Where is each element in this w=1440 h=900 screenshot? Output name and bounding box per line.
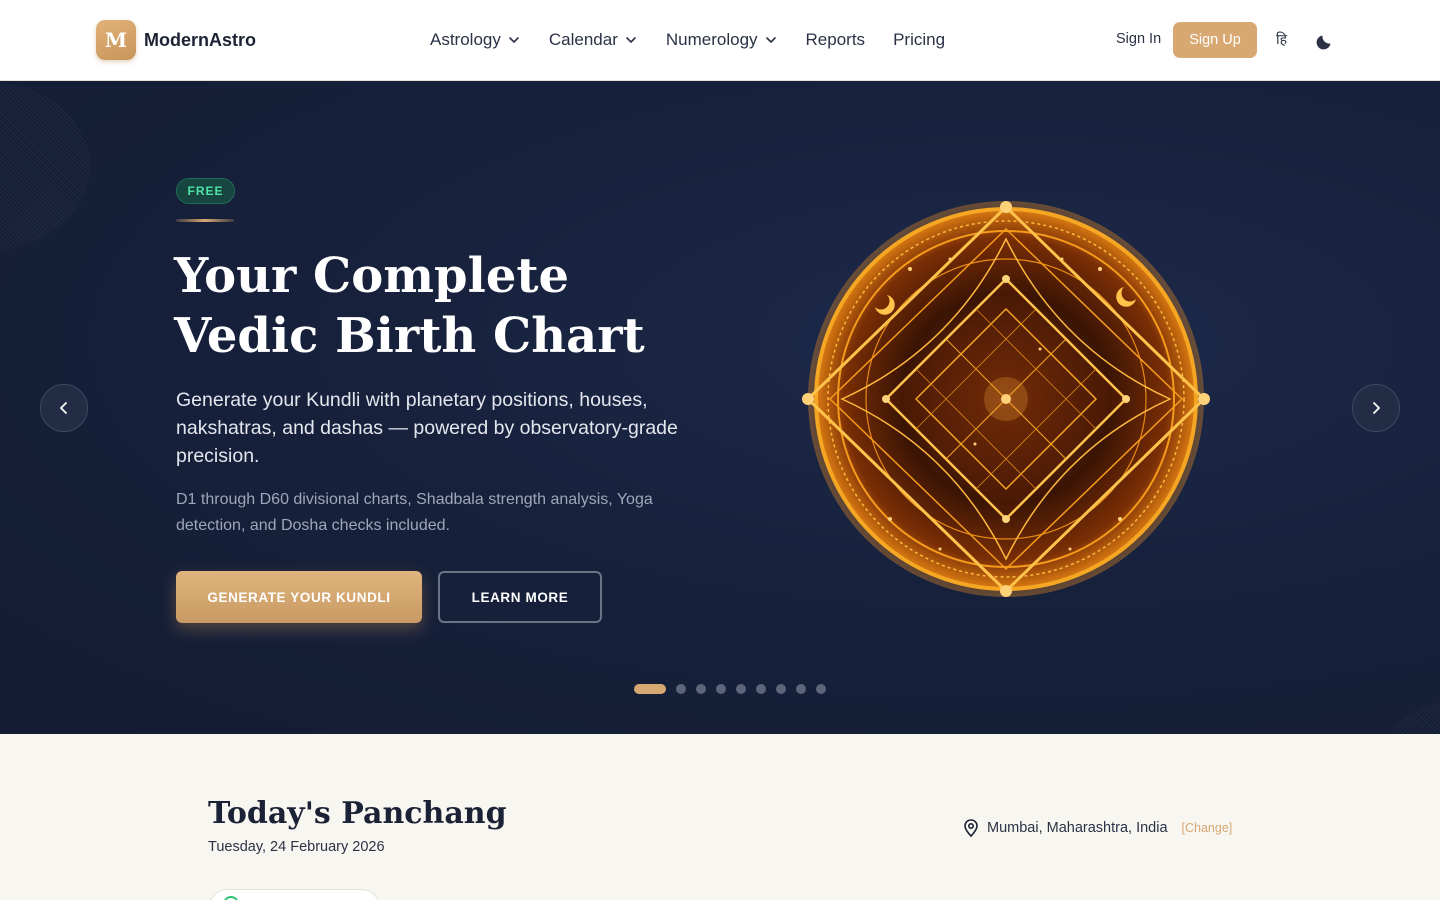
- status-icon: [223, 896, 239, 900]
- carousel-dot[interactable]: [736, 684, 746, 694]
- location-selector: Mumbai, Maharashtra, India [Change]: [963, 819, 1232, 837]
- nav-label: Astrology: [430, 30, 501, 49]
- generate-kundli-button[interactable]: GENERATE YOUR KUNDLI: [176, 571, 422, 623]
- decorative-pattern: [1380, 701, 1440, 734]
- carousel-dot[interactable]: [776, 684, 786, 694]
- free-badge: FREE: [176, 178, 235, 204]
- carousel-dot[interactable]: [676, 684, 686, 694]
- language-toggle[interactable]: हि: [1276, 30, 1287, 49]
- panchang-date: Tuesday, 24 February 2026: [208, 839, 385, 855]
- vedic-chart-mandala-image: [802, 201, 1210, 597]
- nav-item-reports[interactable]: Reports: [806, 28, 866, 52]
- hero-title: Your Complete Vedic Birth Chart: [174, 246, 734, 366]
- carousel-dot[interactable]: [756, 684, 766, 694]
- nav-label: Pricing: [893, 30, 946, 49]
- carousel-dot[interactable]: [796, 684, 806, 694]
- location-text: Mumbai, Maharashtra, India: [987, 820, 1168, 836]
- nav-label: Reports: [805, 30, 866, 49]
- nav-label: Numerology: [665, 30, 758, 49]
- chevron-down-icon: [509, 37, 519, 43]
- hero-title-line-1: Your Complete: [174, 248, 570, 304]
- decorative-pattern: [0, 81, 90, 251]
- sign-up-button[interactable]: Sign Up: [1173, 22, 1257, 58]
- accent-divider: [176, 219, 234, 222]
- chevron-down-icon: [626, 37, 636, 43]
- carousel-indicators: [634, 684, 826, 694]
- sign-in-link[interactable]: Sign In: [1116, 31, 1161, 47]
- carousel-next-button[interactable]: [1352, 384, 1400, 432]
- change-location-link[interactable]: [Change]: [1182, 821, 1233, 835]
- carousel-dot[interactable]: [634, 684, 666, 694]
- site-header: M ModernAstro Astrology Calendar Numerol…: [0, 0, 1440, 81]
- main-nav: Astrology Calendar Numerology Reports Pr…: [430, 28, 973, 52]
- nav-item-astrology[interactable]: Astrology: [430, 28, 521, 52]
- hero-subtitle: Generate your Kundli with planetary posi…: [176, 389, 678, 467]
- carousel-dot[interactable]: [716, 684, 726, 694]
- logo-mark: M: [96, 20, 136, 60]
- learn-more-button[interactable]: LEARN MORE: [438, 571, 602, 623]
- nav-item-pricing[interactable]: Pricing: [893, 28, 945, 52]
- carousel-prev-button[interactable]: [40, 384, 88, 432]
- chevron-right-icon: [1373, 402, 1380, 414]
- carousel-dot[interactable]: [696, 684, 706, 694]
- panchang-status-pill: [208, 889, 381, 900]
- panchang-title: Today's Panchang: [208, 796, 507, 831]
- nav-item-calendar[interactable]: Calendar: [549, 28, 638, 52]
- nav-label: Calendar: [548, 30, 618, 49]
- moon-icon[interactable]: [1315, 29, 1337, 51]
- hero-carousel: FREE Your Complete Vedic Birth Chart Gen…: [0, 81, 1440, 734]
- carousel-dot[interactable]: [816, 684, 826, 694]
- brand-logo[interactable]: M ModernAstro: [96, 20, 256, 60]
- chevron-left-icon: [60, 402, 67, 414]
- map-pin-icon: [964, 819, 978, 837]
- chevron-down-icon: [765, 37, 776, 43]
- brand-name: ModernAstro: [144, 29, 256, 50]
- hero-title-line-2: Vedic Birth Chart: [174, 308, 645, 364]
- hero-detail: D1 through D60 divisional charts, Shadba…: [176, 491, 653, 534]
- nav-item-numerology[interactable]: Numerology: [666, 28, 778, 52]
